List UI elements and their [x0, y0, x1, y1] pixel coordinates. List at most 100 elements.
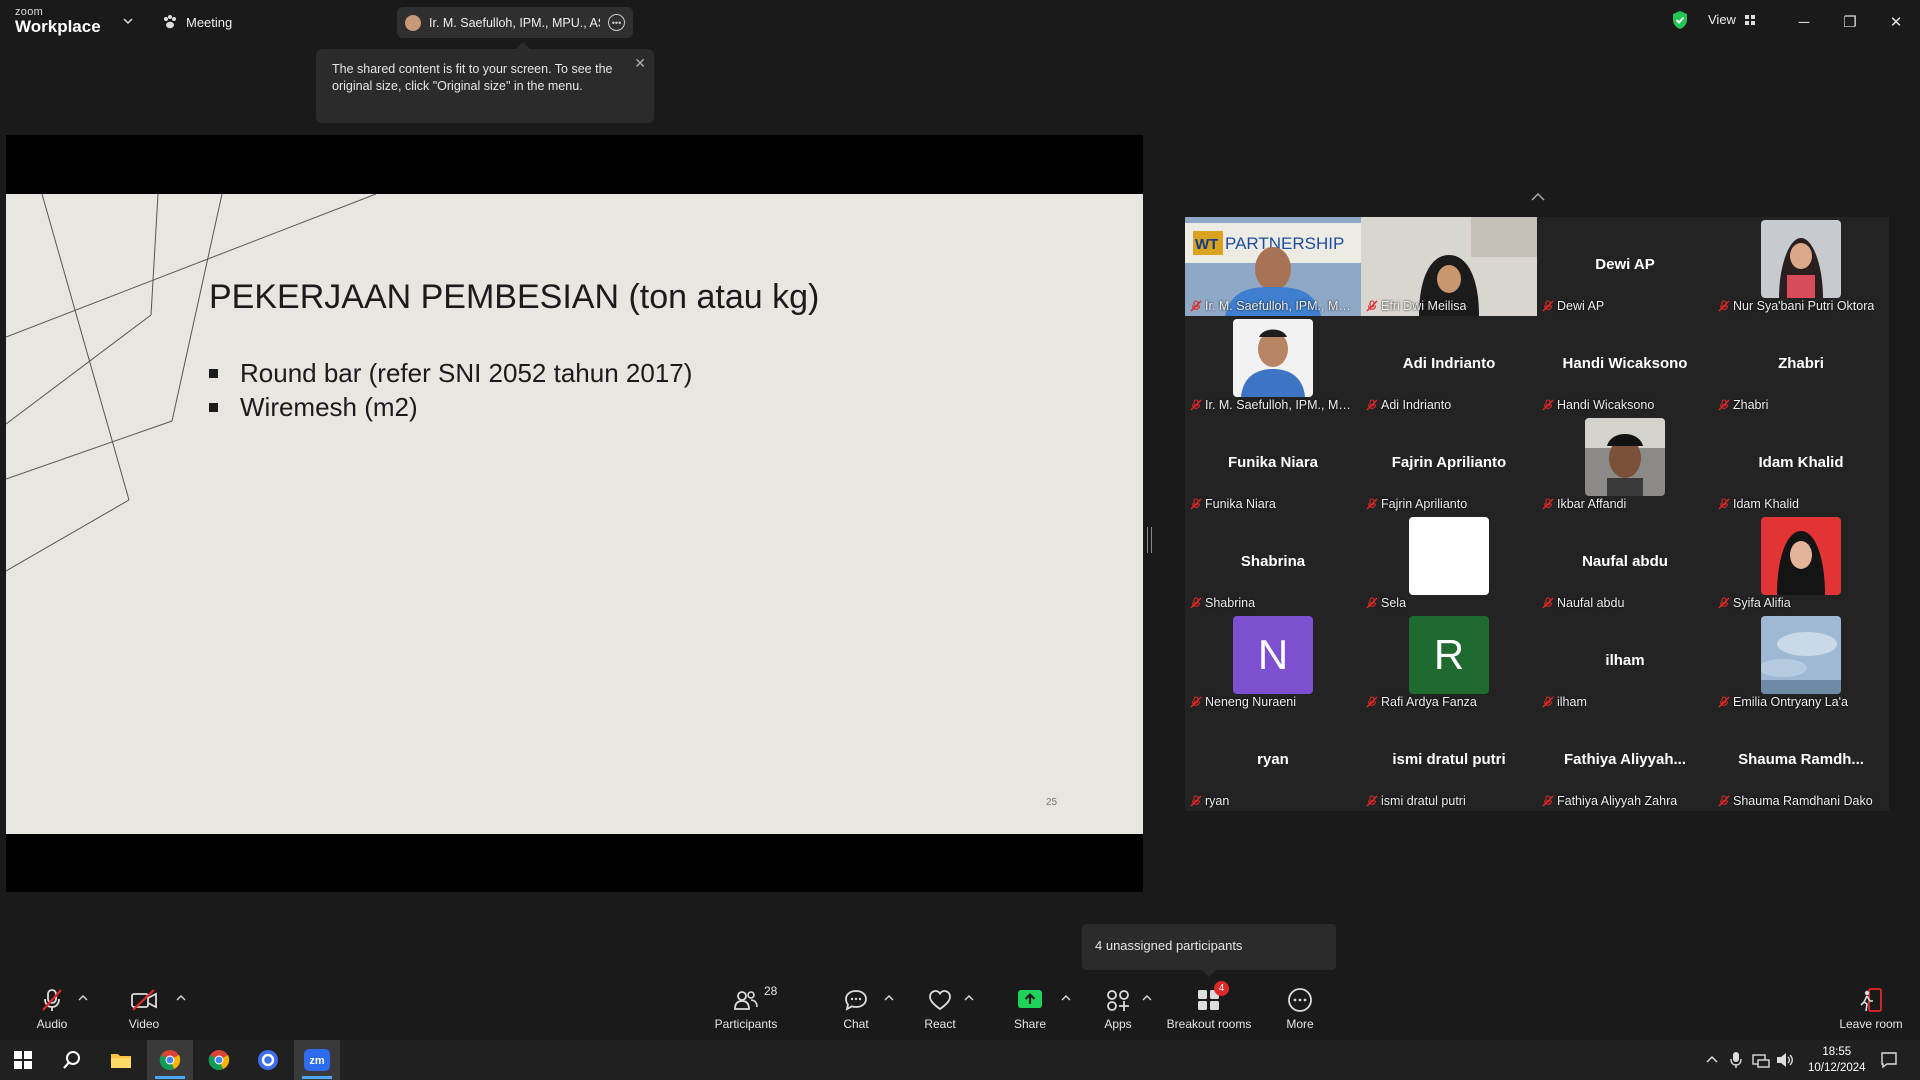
- zoom-logo[interactable]: zoom Workplace: [15, 7, 101, 36]
- meeting-info-button[interactable]: Meeting: [162, 10, 232, 34]
- participant-tile[interactable]: R Rafi Ardya Fanza: [1361, 613, 1537, 712]
- participant-tile[interactable]: Adi Indrianto Adi Indrianto: [1361, 316, 1537, 415]
- participant-tile[interactable]: Funika Niara Funika Niara: [1185, 415, 1361, 514]
- share-button[interactable]: Share: [995, 986, 1065, 1031]
- participant-tile[interactable]: Shabrina Shabrina: [1185, 514, 1361, 613]
- participant-tile[interactable]: Idam Khalid Idam Khalid: [1713, 415, 1889, 514]
- participant-avatar: [1761, 616, 1841, 694]
- participant-tile[interactable]: Ikbar Affandi: [1537, 415, 1713, 514]
- video-camera-off-icon: [131, 989, 157, 1011]
- clock-date: 10/12/2024: [1808, 1062, 1866, 1074]
- search-icon: [63, 1051, 80, 1069]
- taskbar-search-button[interactable]: [49, 1040, 95, 1080]
- notifications-icon[interactable]: [1880, 1051, 1898, 1069]
- participant-name: ilham: [1557, 695, 1587, 709]
- participant-name-label: Ir. M. Saefulloh, IPM., MPU., ASEAN Eng.: [1190, 299, 1357, 313]
- participant-name-label: ilham: [1542, 695, 1709, 709]
- active-speaker-pill[interactable]: Ir. M. Saefulloh, IPM., MPU., ASEAN Eng.…: [397, 7, 633, 38]
- participant-name: Nur Sya'bani Putri Oktora: [1733, 299, 1875, 313]
- presentation-slide: PEKERJAAN PEMBESIAN (ton atau kg) Round …: [6, 194, 1143, 834]
- participant-name: Efri Dwi Meilisa: [1381, 299, 1467, 313]
- participant-name-label: Nur Sya'bani Putri Oktora: [1718, 299, 1885, 313]
- chat-options-caret-icon[interactable]: [884, 994, 894, 1002]
- participant-tile[interactable]: Nur Sya'bani Putri Oktora: [1713, 217, 1889, 316]
- participants-icon: [734, 991, 758, 1010]
- restore-button[interactable]: ❐: [1838, 10, 1862, 34]
- participant-tile[interactable]: Fathiya Aliyyah... Fathiya Aliyyah Zahra: [1537, 712, 1713, 811]
- participant-tile[interactable]: Emilia Ontryany La'a: [1713, 613, 1889, 712]
- taskbar-chrome-profile[interactable]: [147, 1040, 193, 1080]
- participant-tile[interactable]: ryan ryan: [1185, 712, 1361, 811]
- audio-options-caret-icon[interactable]: [78, 994, 88, 1002]
- chevron-up-icon[interactable]: [1530, 192, 1546, 202]
- more-button[interactable]: More: [1265, 986, 1335, 1031]
- participant-tile[interactable]: Zhabri Zhabri: [1713, 316, 1889, 415]
- video-options-caret-icon[interactable]: [176, 994, 186, 1002]
- participant-tile[interactable]: Sela: [1361, 514, 1537, 613]
- chevron-down-icon[interactable]: [121, 14, 135, 28]
- minimize-button[interactable]: ─: [1792, 10, 1816, 34]
- close-icon[interactable]: ✕: [634, 55, 646, 72]
- start-button[interactable]: [0, 1040, 46, 1080]
- react-button[interactable]: React: [905, 986, 975, 1031]
- participant-tile[interactable]: Fajrin Aprilianto Fajrin Aprilianto: [1361, 415, 1537, 514]
- react-options-caret-icon[interactable]: [964, 994, 974, 1002]
- participant-tile[interactable]: ilham ilham: [1537, 613, 1713, 712]
- participant-name: Naufal abdu: [1557, 596, 1625, 610]
- participant-tile[interactable]: Syifa Alifia: [1713, 514, 1889, 613]
- security-shield-icon[interactable]: [1671, 10, 1689, 30]
- taskbar-chrome[interactable]: [196, 1040, 242, 1080]
- windows-taskbar: zm 18:55 10/12/2024: [0, 1040, 1920, 1080]
- fit-screen-tooltip: The shared content is fit to your screen…: [316, 42, 654, 123]
- split-resize-handle[interactable]: [1147, 527, 1152, 553]
- volume-icon[interactable]: [1776, 1052, 1794, 1068]
- participant-tile[interactable]: Shauma Ramdh... Shauma Ramdhani Dako: [1713, 712, 1889, 811]
- close-window-button[interactable]: ✕: [1884, 10, 1908, 34]
- participant-tile[interactable]: Ir. M. Saefulloh, IPM., MPU., ASEAN Eng.: [1185, 316, 1361, 415]
- video-button[interactable]: Video: [109, 986, 179, 1031]
- participant-tile[interactable]: Efri Dwi Meilisa: [1361, 217, 1537, 316]
- participant-name: Fathiya Aliyyah Zahra: [1557, 794, 1678, 808]
- audio-button[interactable]: Audio: [17, 986, 87, 1031]
- apps-options-caret-icon[interactable]: [1142, 994, 1152, 1002]
- leave-room-button[interactable]: Leave room: [1835, 986, 1907, 1031]
- participant-tile[interactable]: Dewi AP Dewi AP: [1537, 217, 1713, 316]
- title-bar: zoom Workplace Meeting Ir. M. Saefulloh,…: [0, 0, 1920, 44]
- apps-button[interactable]: Apps: [1083, 986, 1153, 1031]
- participant-display-name: ryan: [1257, 751, 1289, 768]
- microphone-muted-icon: [1366, 696, 1378, 708]
- participant-tile[interactable]: ismi dratul putri ismi dratul putri: [1361, 712, 1537, 811]
- microphone-muted-icon: [1190, 399, 1202, 411]
- microphone-muted-icon: [1718, 597, 1730, 609]
- participant-name-label: Rafi Ardya Fanza: [1366, 695, 1533, 709]
- slide-title: PEKERJAAN PEMBESIAN (ton atau kg): [209, 278, 820, 316]
- view-button[interactable]: View: [1708, 12, 1756, 27]
- participant-name-label: Zhabri: [1718, 398, 1885, 412]
- breakout-rooms-button[interactable]: 4 Breakout rooms: [1165, 981, 1253, 1031]
- participant-tile[interactable]: WT PARTNERSHIP Ir. M. Saefulloh, IPM., MPU…: [1185, 217, 1361, 316]
- participant-tile[interactable]: Naufal abdu Naufal abdu: [1537, 514, 1713, 613]
- taskbar-file-explorer[interactable]: [98, 1040, 144, 1080]
- participant-name-label: Funika Niara: [1190, 497, 1357, 511]
- microphone-muted-icon: [1366, 795, 1378, 807]
- taskbar-browser[interactable]: [245, 1040, 291, 1080]
- participant-tile[interactable]: Handi Wicaksono Handi Wicaksono: [1537, 316, 1713, 415]
- taskbar-zoom[interactable]: zm: [294, 1040, 340, 1080]
- more-options-icon[interactable]: •••: [608, 14, 625, 31]
- chevron-up-icon[interactable]: [1706, 1054, 1718, 1064]
- taskbar-clock[interactable]: 18:55 10/12/2024: [1808, 1044, 1866, 1076]
- paw-icon: [164, 15, 176, 29]
- participant-tile[interactable]: N Neneng Nuraeni: [1185, 613, 1361, 712]
- microphone-muted-icon: [1366, 300, 1378, 312]
- participant-name-label: Naufal abdu: [1542, 596, 1709, 610]
- network-icon[interactable]: [1752, 1052, 1770, 1068]
- participants-button[interactable]: 28 Participants: [711, 984, 781, 1031]
- tray-microphone-icon[interactable]: [1730, 1051, 1742, 1069]
- share-options-caret-icon[interactable]: [1061, 994, 1071, 1002]
- participant-display-name: Fajrin Aprilianto: [1391, 454, 1507, 471]
- chat-button[interactable]: Chat: [821, 986, 891, 1031]
- participant-name: Rafi Ardya Fanza: [1381, 695, 1477, 709]
- shared-screen[interactable]: PEKERJAAN PEMBESIAN (ton atau kg) Round …: [6, 135, 1143, 892]
- participant-name: Shauma Ramdhani Dako: [1733, 794, 1873, 808]
- microphone-muted-icon: [1366, 399, 1378, 411]
